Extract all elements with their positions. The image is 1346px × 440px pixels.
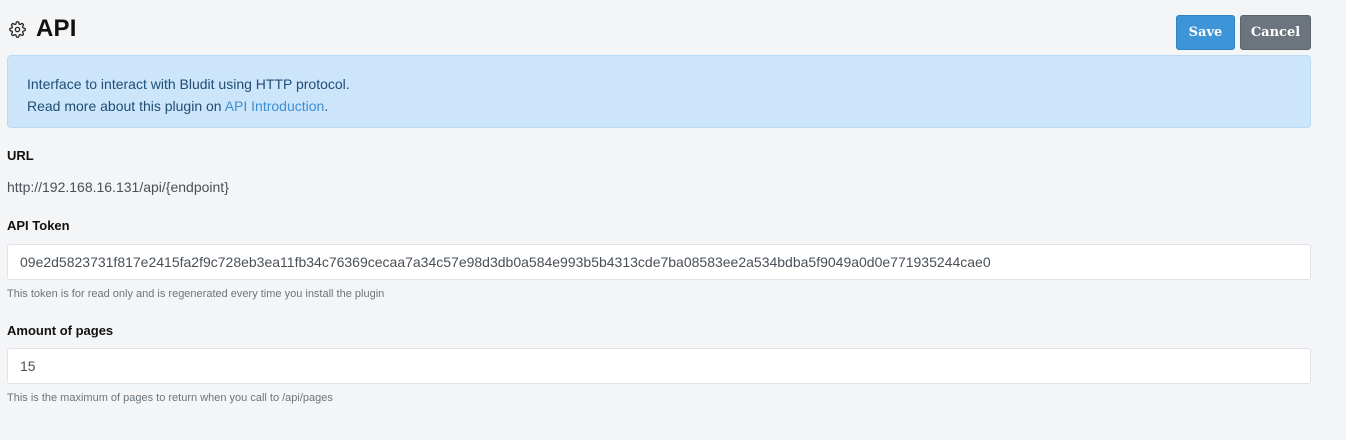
title-wrap: API [9, 14, 77, 44]
amount-of-pages-help: This is the maximum of pages to return w… [7, 392, 333, 404]
save-button[interactable]: Save [1176, 15, 1235, 50]
gear-icon [9, 20, 26, 38]
info-alert: Interface to interact with Bludit using … [7, 55, 1311, 128]
alert-line-2: Read more about this plugin on API Intro… [27, 95, 1291, 117]
amount-of-pages-field[interactable]: 15 [7, 348, 1311, 384]
alert-line-2-prefix: Read more about this plugin on [27, 98, 225, 114]
plugin-settings-page: API Save Cancel Interface to interact wi… [7, 0, 1311, 440]
alert-line-1: Interface to interact with Bludit using … [27, 76, 350, 92]
amount-of-pages-label: Amount of pages [7, 323, 114, 338]
api-introduction-link[interactable]: API Introduction [225, 98, 325, 114]
cancel-button[interactable]: Cancel [1240, 15, 1311, 50]
alert-line-2-suffix: . [324, 98, 329, 114]
page-header: API Save Cancel [7, 14, 1311, 50]
api-token-help: This token is for read only and is regen… [7, 288, 385, 300]
url-label: URL [7, 148, 34, 163]
page-title: API [36, 15, 77, 42]
api-token-field[interactable]: 09e2d5823731f817e2415fa2f9c728eb3ea11fb3… [7, 244, 1311, 280]
url-value: http://192.168.16.131/api/{endpoint} [7, 179, 229, 195]
api-token-label: API Token [7, 218, 70, 233]
